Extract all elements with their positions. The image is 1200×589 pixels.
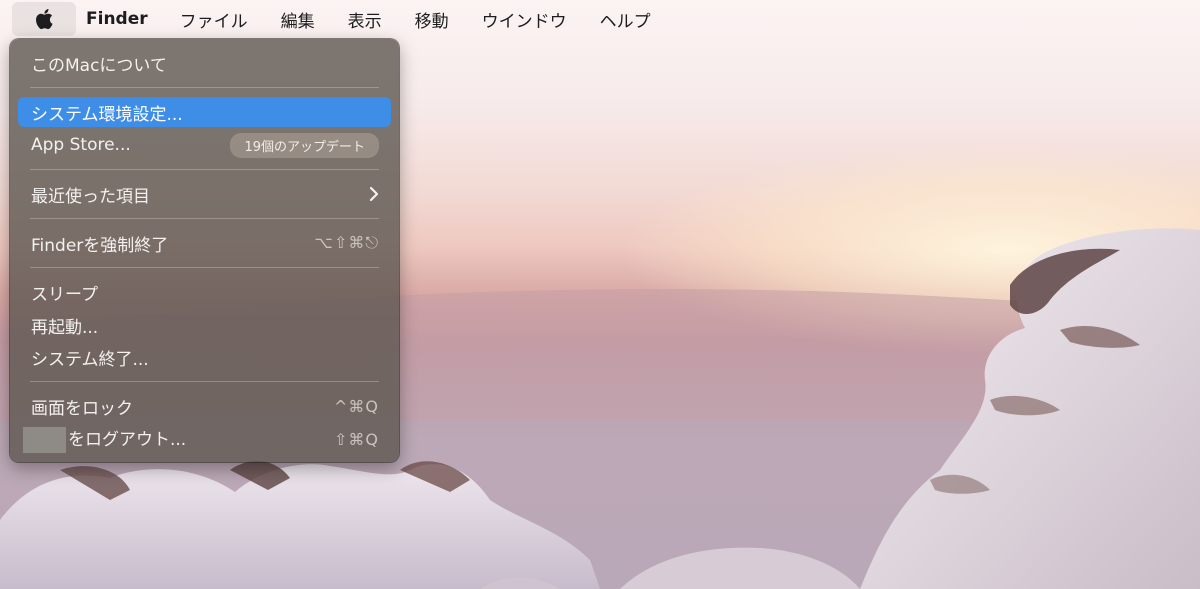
- menu-item-about-this-mac[interactable]: このMacについて: [18, 48, 391, 78]
- menu-item-label: 再起動...: [31, 317, 99, 338]
- menu-item-logout[interactable]: をログアウト... ⇧⌘Q: [18, 424, 391, 454]
- menu-file[interactable]: ファイル: [180, 7, 248, 32]
- lock-screen-shortcut: ^⌘Q: [334, 396, 379, 416]
- menu-item-shutdown[interactable]: システム終了...: [18, 342, 391, 372]
- menu-item-recent-items[interactable]: 最近使った項目: [18, 179, 391, 209]
- menu-item-label: 最近使った項目: [31, 186, 150, 207]
- menu-item-label: App Store...: [31, 135, 131, 155]
- logout-label-wrap: をログアウト...: [23, 425, 334, 453]
- redacted-username: [23, 427, 66, 453]
- menu-item-label: システム終了...: [31, 349, 149, 370]
- chevron-right-icon: [369, 186, 379, 202]
- menu-go[interactable]: 移動: [415, 7, 449, 32]
- updates-badge: 19個のアップデート: [230, 132, 379, 158]
- menu-separator: [30, 218, 379, 219]
- desktop: Finder ファイル 編集 表示 移動 ウインドウ ヘルプ このMacについて…: [0, 0, 1200, 589]
- menu-item-force-quit[interactable]: Finderを強制終了 ⌥⇧⌘⎋: [18, 228, 391, 258]
- menu-separator: [30, 87, 379, 88]
- menu-item-label: 画面をロック: [31, 398, 133, 419]
- menu-item-label: システム環境設定...: [31, 104, 183, 125]
- menu-item-label: をログアウト...: [68, 430, 187, 450]
- menu-separator: [30, 381, 379, 382]
- menu-separator: [30, 169, 379, 170]
- force-quit-shortcut: ⌥⇧⌘⎋: [314, 233, 379, 252]
- menu-help[interactable]: ヘルプ: [600, 7, 651, 32]
- app-name-menu[interactable]: Finder: [86, 9, 148, 29]
- menu-bar: Finder ファイル 編集 表示 移動 ウインドウ ヘルプ: [0, 0, 1200, 38]
- menu-item-system-preferences[interactable]: システム環境設定...: [18, 97, 391, 127]
- menu-item-lock-screen[interactable]: 画面をロック ^⌘Q: [18, 391, 391, 421]
- menu-view[interactable]: 表示: [348, 7, 382, 32]
- logout-shortcut: ⇧⌘Q: [334, 429, 379, 449]
- menu-window[interactable]: ウインドウ: [482, 7, 567, 32]
- apple-logo-icon: [36, 9, 53, 30]
- menu-item-restart[interactable]: 再起動...: [18, 310, 391, 340]
- menu-item-label: このMacについて: [31, 55, 167, 76]
- menu-item-label: Finderを強制終了: [31, 235, 169, 256]
- apple-menu-button[interactable]: [12, 2, 76, 36]
- menu-item-label: スリープ: [31, 284, 98, 305]
- menu-item-sleep[interactable]: スリープ: [18, 277, 391, 307]
- menu-item-app-store[interactable]: App Store... 19個のアップデート: [18, 130, 391, 160]
- menu-separator: [30, 267, 379, 268]
- menu-edit[interactable]: 編集: [281, 7, 315, 32]
- apple-dropdown-menu: このMacについて システム環境設定... App Store... 19個のア…: [10, 39, 399, 462]
